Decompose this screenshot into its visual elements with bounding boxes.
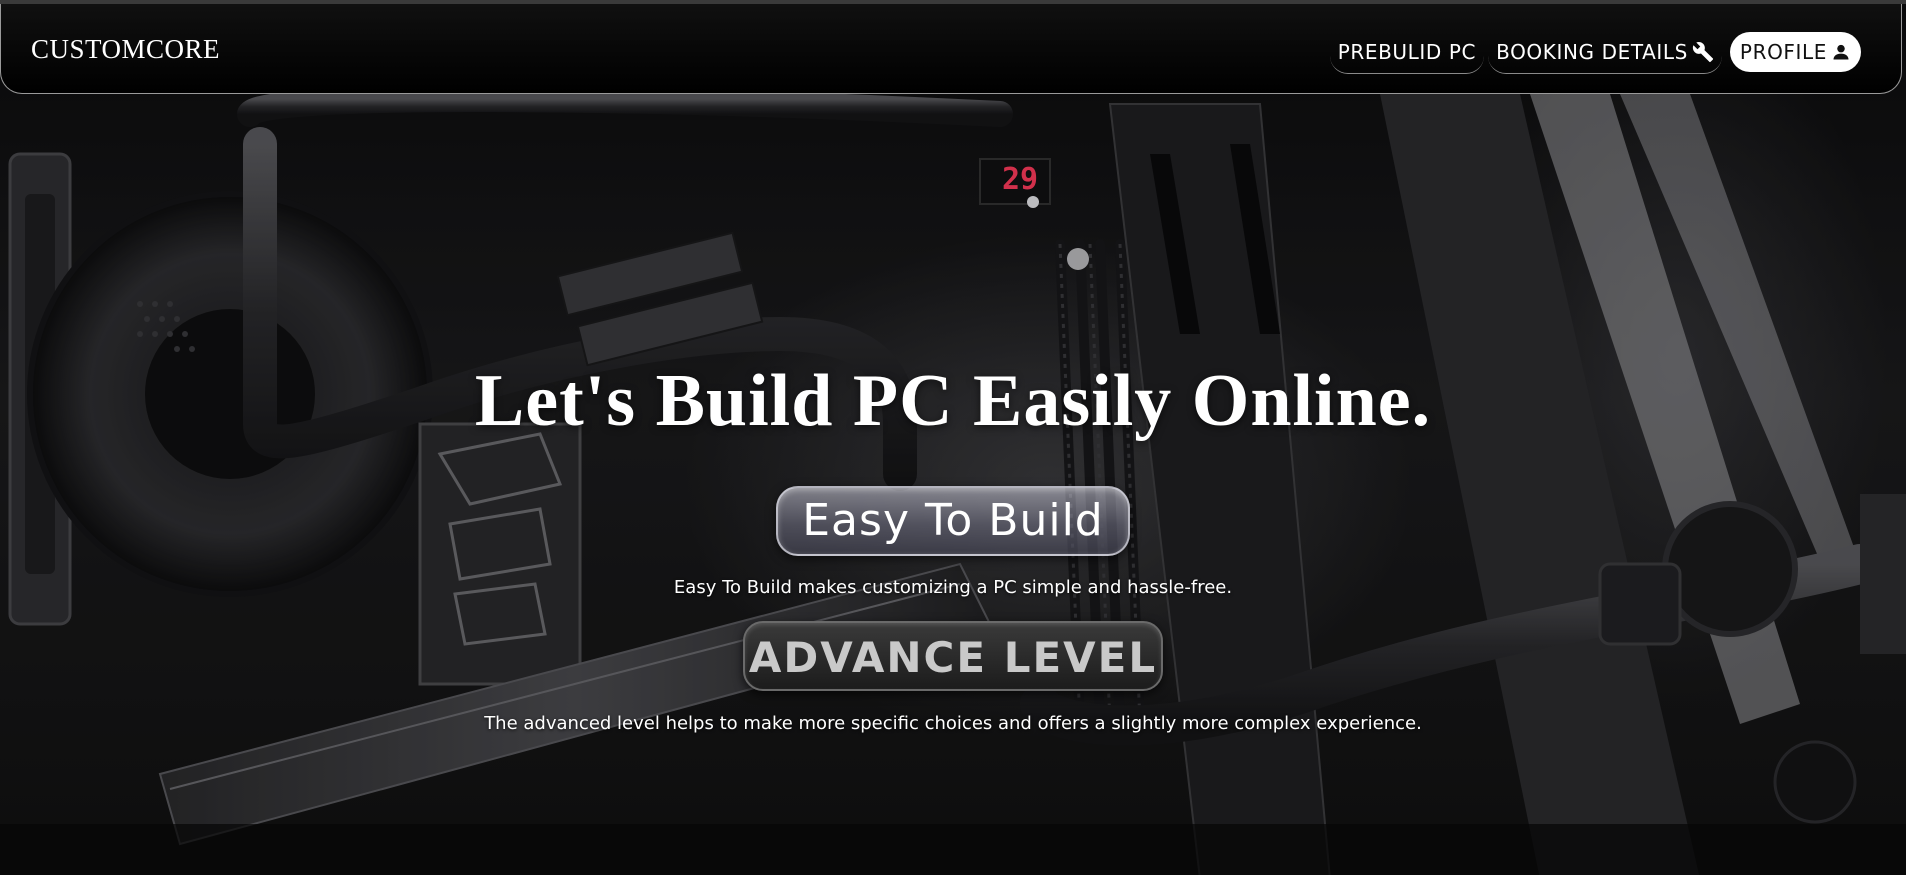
nav-prebuilt-pc-label: PREBULID PC	[1337, 39, 1477, 64]
advance-level-button[interactable]: ADVANCE LEVEL	[743, 621, 1163, 691]
nav-prebuilt-pc-link[interactable]: PREBULID PC	[1329, 30, 1485, 74]
nav-booking-details-link[interactable]: BOOKING DETAILS	[1488, 30, 1722, 74]
easy-to-build-description: Easy To Build makes customizing a PC sim…	[673, 577, 1233, 598]
hero-section: Let's Build PC Easily Online. Easy To Bu…	[0, 4, 1906, 875]
nav-booking-details-label: BOOKING DETAILS	[1496, 39, 1688, 64]
nav-profile-button[interactable]: PROFILE	[1729, 32, 1861, 72]
user-icon	[1831, 42, 1851, 62]
app-frame: lesgokit	[0, 0, 1906, 875]
hero-title: Let's Build PC Easily Online.	[474, 360, 1432, 442]
nav-profile-label: PROFILE	[1739, 40, 1827, 64]
advance-level-description: The advanced level helps to make more sp…	[484, 713, 1422, 734]
brand-logo[interactable]: CUSTOMCORE	[31, 34, 220, 65]
top-navbar: CUSTOMCORE PREBULID PC BOOKING DETAILS P…	[0, 4, 1902, 94]
easy-to-build-button[interactable]: Easy To Build	[776, 486, 1130, 556]
wrench-icon	[1692, 41, 1714, 63]
nav-links: PREBULID PC BOOKING DETAILS PROFILE	[1329, 30, 1861, 74]
